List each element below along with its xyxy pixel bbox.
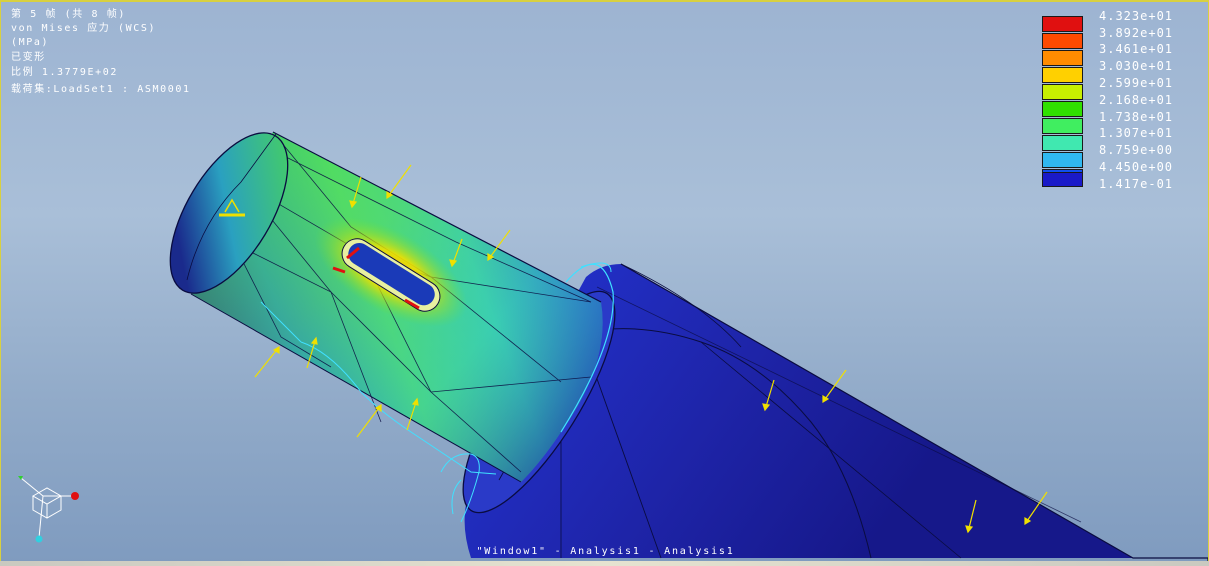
legend-swatch <box>1042 101 1083 117</box>
frame-info: 第 5 帧 (共 8 帧) <box>11 9 126 20</box>
legend-swatch <box>1042 33 1083 49</box>
color-legend: 4.323e+01 3.892e+01 3.461e+01 3.030e+01 … <box>1040 9 1190 191</box>
legend-value: 3.461e+01 <box>1099 42 1174 56</box>
legend-swatch <box>1042 152 1083 168</box>
legend-value: 3.030e+01 <box>1099 59 1174 73</box>
scale-label: 比例 1.3779E+02 <box>11 67 119 78</box>
legend-value: 1.738e+01 <box>1099 110 1174 124</box>
legend-swatch <box>1042 135 1083 151</box>
legend-value: 1.417e-01 <box>1099 177 1174 191</box>
legend-value: 3.892e+01 <box>1099 26 1174 40</box>
window-title: "Window1" - Analysis1 - Analysis1 <box>476 546 735 557</box>
legend-value: 1.307e+01 <box>1099 126 1174 140</box>
legend-swatch <box>1042 84 1083 100</box>
deformed-label: 已变形 <box>11 52 46 63</box>
legend-value: 4.450e+00 <box>1099 160 1174 174</box>
result-type: von Mises 应力 (WCS) <box>11 23 157 34</box>
legend-value: 4.323e+01 <box>1099 9 1174 23</box>
units-label: (MPa) <box>11 37 50 48</box>
model-viewport[interactable]: 第 5 帧 (共 8 帧) von Mises 应力 (WCS) (MPa) 已… <box>0 0 1209 564</box>
status-strip <box>0 561 1209 566</box>
loadset-label: 载荷集:LoadSet1 : ASM0001 <box>11 84 191 95</box>
legend-swatch <box>1042 50 1083 66</box>
legend-swatch <box>1042 172 1083 187</box>
legend-value: 8.759e+00 <box>1099 143 1174 157</box>
legend-swatch <box>1042 16 1083 32</box>
small-shaft-section <box>169 131 614 483</box>
coordinate-triad-icon[interactable] <box>13 468 83 548</box>
legend-value: 2.599e+01 <box>1099 76 1174 90</box>
legend-swatch <box>1042 67 1083 83</box>
legend-value: 2.168e+01 <box>1099 93 1174 107</box>
legend-swatch <box>1042 118 1083 134</box>
